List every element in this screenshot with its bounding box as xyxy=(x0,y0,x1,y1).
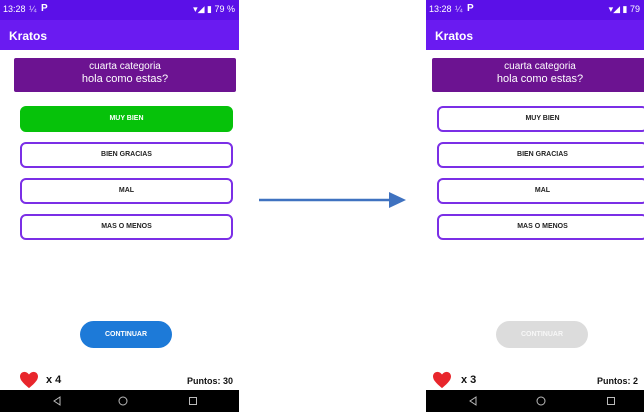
answer-button-2[interactable]: BIEN GRACIAS xyxy=(437,142,644,168)
status-time: 13:28 xyxy=(3,4,26,14)
back-icon[interactable] xyxy=(468,396,478,406)
answer-button-4[interactable]: MAS O MENOS xyxy=(437,214,644,240)
heart-icon xyxy=(433,371,451,389)
transition-arrow xyxy=(259,192,406,208)
home-icon[interactable] xyxy=(536,396,546,406)
app-bar: Kratos xyxy=(0,20,239,50)
navigation-bar xyxy=(426,390,644,412)
continue-button[interactable]: CONTINUAR xyxy=(80,321,172,348)
points-label: Puntos: 2 xyxy=(596,376,638,386)
status-bar: 13:28 ¼ P ▾◢ ▮ 79 % xyxy=(0,0,239,20)
heart-icon xyxy=(20,371,38,389)
phone-screen-after: 13:28 ¼ P ▾◢ ▮ 79 Kratos cuarta categori… xyxy=(426,0,644,412)
question-card: cuarta categoria hola como estas? xyxy=(14,58,236,92)
app-title: Kratos xyxy=(9,29,48,43)
app-bar: Kratos xyxy=(426,20,644,50)
points-label: Puntos: 30 xyxy=(186,376,233,386)
home-icon[interactable] xyxy=(118,396,128,406)
answer-button-1[interactable]: MUY BIEN xyxy=(437,106,644,132)
status-icons: ▾◢ ▮ 79 % xyxy=(193,4,235,14)
status-icons: ▾◢ ▮ 79 xyxy=(608,4,640,14)
recents-icon[interactable] xyxy=(606,396,616,406)
recents-icon[interactable] xyxy=(188,396,198,406)
answer-button-1[interactable]: MUY BIEN xyxy=(20,106,233,132)
answer-button-3[interactable]: MAL xyxy=(20,178,233,204)
status-bar: 13:28 ¼ P ▾◢ ▮ 79 xyxy=(426,0,644,20)
status-time: 13:28 xyxy=(429,4,452,14)
answer-button-2[interactable]: BIEN GRACIAS xyxy=(20,142,233,168)
category-label: cuarta categoria xyxy=(89,61,161,72)
question-text: hola como estas? xyxy=(81,73,169,85)
question-text: hola como estas? xyxy=(496,73,584,85)
answer-button-3[interactable]: MAL xyxy=(437,178,644,204)
signal-small-icon: ¼ xyxy=(29,4,37,14)
answer-button-4[interactable]: MAS O MENOS xyxy=(20,214,233,240)
continue-button-disabled[interactable]: CONTINUAR xyxy=(496,321,588,348)
signal-small-icon: ¼ xyxy=(455,4,463,14)
question-card: cuarta categoria hola como estas? xyxy=(432,58,644,92)
category-label: cuarta categoria xyxy=(504,61,576,72)
app-title: Kratos xyxy=(435,29,474,43)
lives-count: x 3 xyxy=(461,374,477,386)
parking-icon: P xyxy=(467,3,474,14)
parking-icon: P xyxy=(41,3,48,14)
navigation-bar xyxy=(0,390,239,412)
lives-count: x 4 xyxy=(46,374,62,386)
phone-screen-before: 13:28 ¼ P ▾◢ ▮ 79 % Kratos cuarta catego… xyxy=(0,0,239,412)
back-icon[interactable] xyxy=(52,396,62,406)
